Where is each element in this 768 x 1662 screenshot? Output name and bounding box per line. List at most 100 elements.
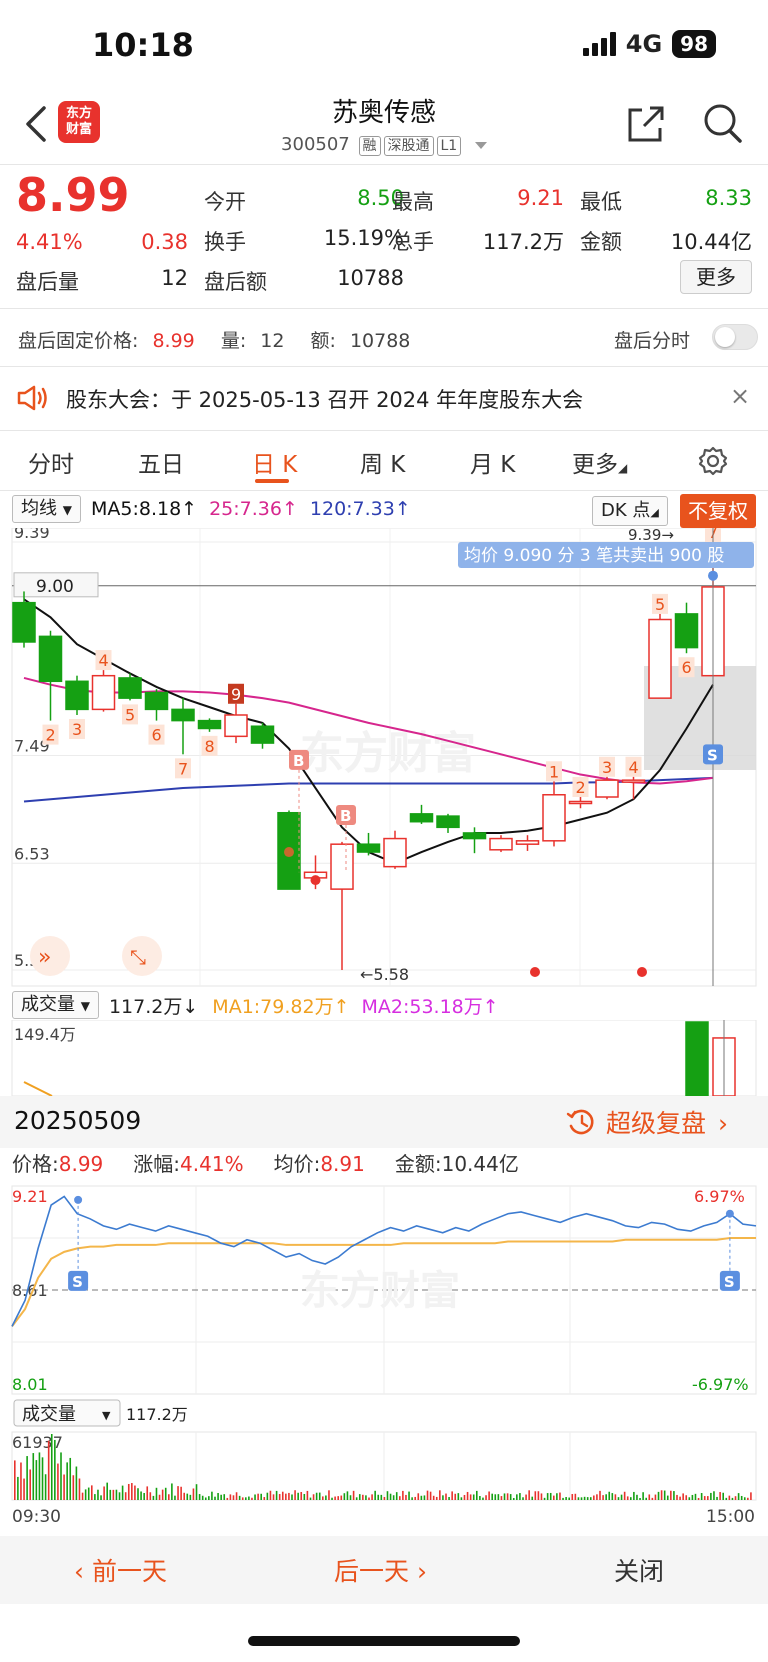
after-amt-value: 10788 xyxy=(337,266,404,290)
intraday-volume-bar xyxy=(682,1493,684,1500)
intraday-volume-bar xyxy=(423,1495,426,1500)
intraday-volume-bar xyxy=(35,1460,38,1500)
intraday-volume-bar xyxy=(343,1493,346,1500)
buy-marker-label: B xyxy=(340,807,351,825)
search-icon[interactable] xyxy=(702,102,742,144)
tab-weekly-k[interactable]: 周 K xyxy=(360,445,405,479)
intraday-volume-bar xyxy=(23,1478,25,1500)
caret-icon: ◢ xyxy=(650,506,659,519)
tab-daily-k[interactable]: 日 K xyxy=(252,445,297,479)
intraday-volume-bar xyxy=(146,1486,149,1500)
intraday-volume-bar xyxy=(26,1456,28,1500)
quote-value-0: 8.50 xyxy=(357,186,404,210)
intraday-volume-bar xyxy=(266,1492,269,1500)
volume-chart[interactable]: 149.4万 xyxy=(0,1020,768,1096)
intraday-volume-bar xyxy=(75,1466,78,1500)
after-hours-toggle[interactable] xyxy=(712,324,758,350)
intraday-volume-bar xyxy=(500,1496,503,1500)
intraday-volume-bar xyxy=(328,1490,330,1500)
tab-five-day[interactable]: 五日 xyxy=(138,445,184,479)
adjust-button[interactable]: 不复权 xyxy=(680,494,756,528)
kline-chart[interactable]: 9.397.496.535.58东方财富9.00234567891234567B… xyxy=(0,528,768,988)
intraday-volume-bar xyxy=(743,1497,746,1500)
change-percent: 4.41% xyxy=(16,230,83,254)
chevron-down-icon xyxy=(474,141,487,149)
more-button[interactable]: 更多 xyxy=(680,260,752,294)
intraday-volume-bar xyxy=(451,1491,453,1500)
intraday-volume-bar xyxy=(469,1494,472,1500)
td-count-label: 5 xyxy=(125,705,135,724)
intraday-volume-bar xyxy=(636,1494,638,1500)
intraday-volume-bar xyxy=(180,1486,182,1500)
volume-selector[interactable]: 成交量 ▼ xyxy=(12,991,99,1019)
td-count-label: 7 xyxy=(178,759,188,778)
intraday-volume-bar xyxy=(722,1492,724,1500)
intraday-volume-bar xyxy=(586,1497,589,1500)
intraday-volume-bar xyxy=(660,1490,663,1500)
intraday-volume-bar xyxy=(254,1494,256,1500)
candle xyxy=(383,837,407,868)
buy-marker-label: B xyxy=(293,752,304,770)
stat-value-2: 8.91 xyxy=(320,1152,365,1176)
intraday-volume-bar xyxy=(417,1493,420,1500)
ma-selector[interactable]: 均线 ▼ xyxy=(12,495,81,523)
intraday-volume-bar xyxy=(164,1487,167,1500)
after-vol-label: 盘后量 xyxy=(16,270,79,294)
close-button[interactable]: 关闭 xyxy=(614,1552,664,1588)
intraday-volume-bar xyxy=(112,1489,115,1500)
intraday-volume-bar xyxy=(694,1493,697,1500)
prev-day-button[interactable]: ‹ 前一天 xyxy=(74,1552,167,1588)
intraday-volume-bar xyxy=(583,1496,586,1500)
candle xyxy=(330,843,354,890)
td-count-label: 3 xyxy=(602,758,612,777)
intraday-volume-bar xyxy=(109,1489,112,1500)
intraday-volume-bar xyxy=(463,1494,466,1500)
tab-intraday[interactable]: 分时 xyxy=(28,445,74,479)
intraday-volume-bar xyxy=(546,1493,549,1500)
super-replay-button[interactable]: 超级复盘 › xyxy=(566,1104,728,1140)
dk-point-button[interactable]: DK 点◢ xyxy=(592,496,668,526)
intraday-volume-bar xyxy=(223,1494,226,1500)
intraday-volume-bar xyxy=(503,1493,506,1500)
share-icon[interactable] xyxy=(626,104,666,144)
intraday-pct-top: 6.97% xyxy=(694,1187,745,1206)
trade-dot xyxy=(284,847,294,858)
intraday-volume-bar xyxy=(657,1491,660,1500)
intraday-volume-bar xyxy=(386,1491,389,1500)
intraday-volume-bar xyxy=(589,1497,592,1500)
candle xyxy=(621,779,646,783)
tab-more[interactable]: 更多◢ xyxy=(572,445,627,479)
sell-marker-label: S xyxy=(724,1273,735,1291)
intraday-volume-bar xyxy=(285,1493,287,1500)
intraday-chart[interactable]: 东方财富9.218.618.016.97%-6.97%S S成交量 ▼ 117.2万6… xyxy=(0,1178,768,1534)
intraday-volume-bar xyxy=(91,1485,93,1500)
intraday-volume-bar xyxy=(309,1497,312,1500)
gear-icon[interactable] xyxy=(698,446,728,476)
double-chevron-icon: » xyxy=(38,945,51,970)
stat-value-3: 10.44亿 xyxy=(441,1152,519,1176)
candle xyxy=(674,613,699,649)
candle xyxy=(568,800,593,805)
stat-label-0: 价格: xyxy=(12,1152,59,1176)
intraday-volume-bar xyxy=(605,1494,607,1500)
intraday-volume-bar xyxy=(355,1497,358,1500)
candle xyxy=(542,794,566,842)
tab-monthly-k[interactable]: 月 K xyxy=(470,445,515,479)
intraday-volume-bar xyxy=(198,1494,201,1500)
intraday-volume-bar xyxy=(260,1493,262,1500)
next-day-button[interactable]: 后一天 › xyxy=(334,1552,427,1588)
intraday-volume-bar xyxy=(599,1490,601,1500)
intraday-volume-bar xyxy=(235,1492,238,1500)
intraday-volume-bar xyxy=(509,1494,512,1500)
watermark: 东方财富 xyxy=(300,728,476,779)
intraday-volume-bar xyxy=(291,1494,293,1500)
intraday-volume-bar xyxy=(691,1494,694,1500)
intraday-volume-bar xyxy=(482,1497,484,1500)
intraday-volume-bar xyxy=(14,1460,16,1500)
status-time: 10:18 xyxy=(92,26,194,64)
intraday-volume-bar xyxy=(248,1496,250,1500)
close-icon[interactable]: × xyxy=(730,382,750,410)
candle xyxy=(409,813,434,823)
intraday-volume-bar xyxy=(63,1474,65,1500)
vol-ma1-value: MA1:79.82万↑ xyxy=(212,995,350,1018)
